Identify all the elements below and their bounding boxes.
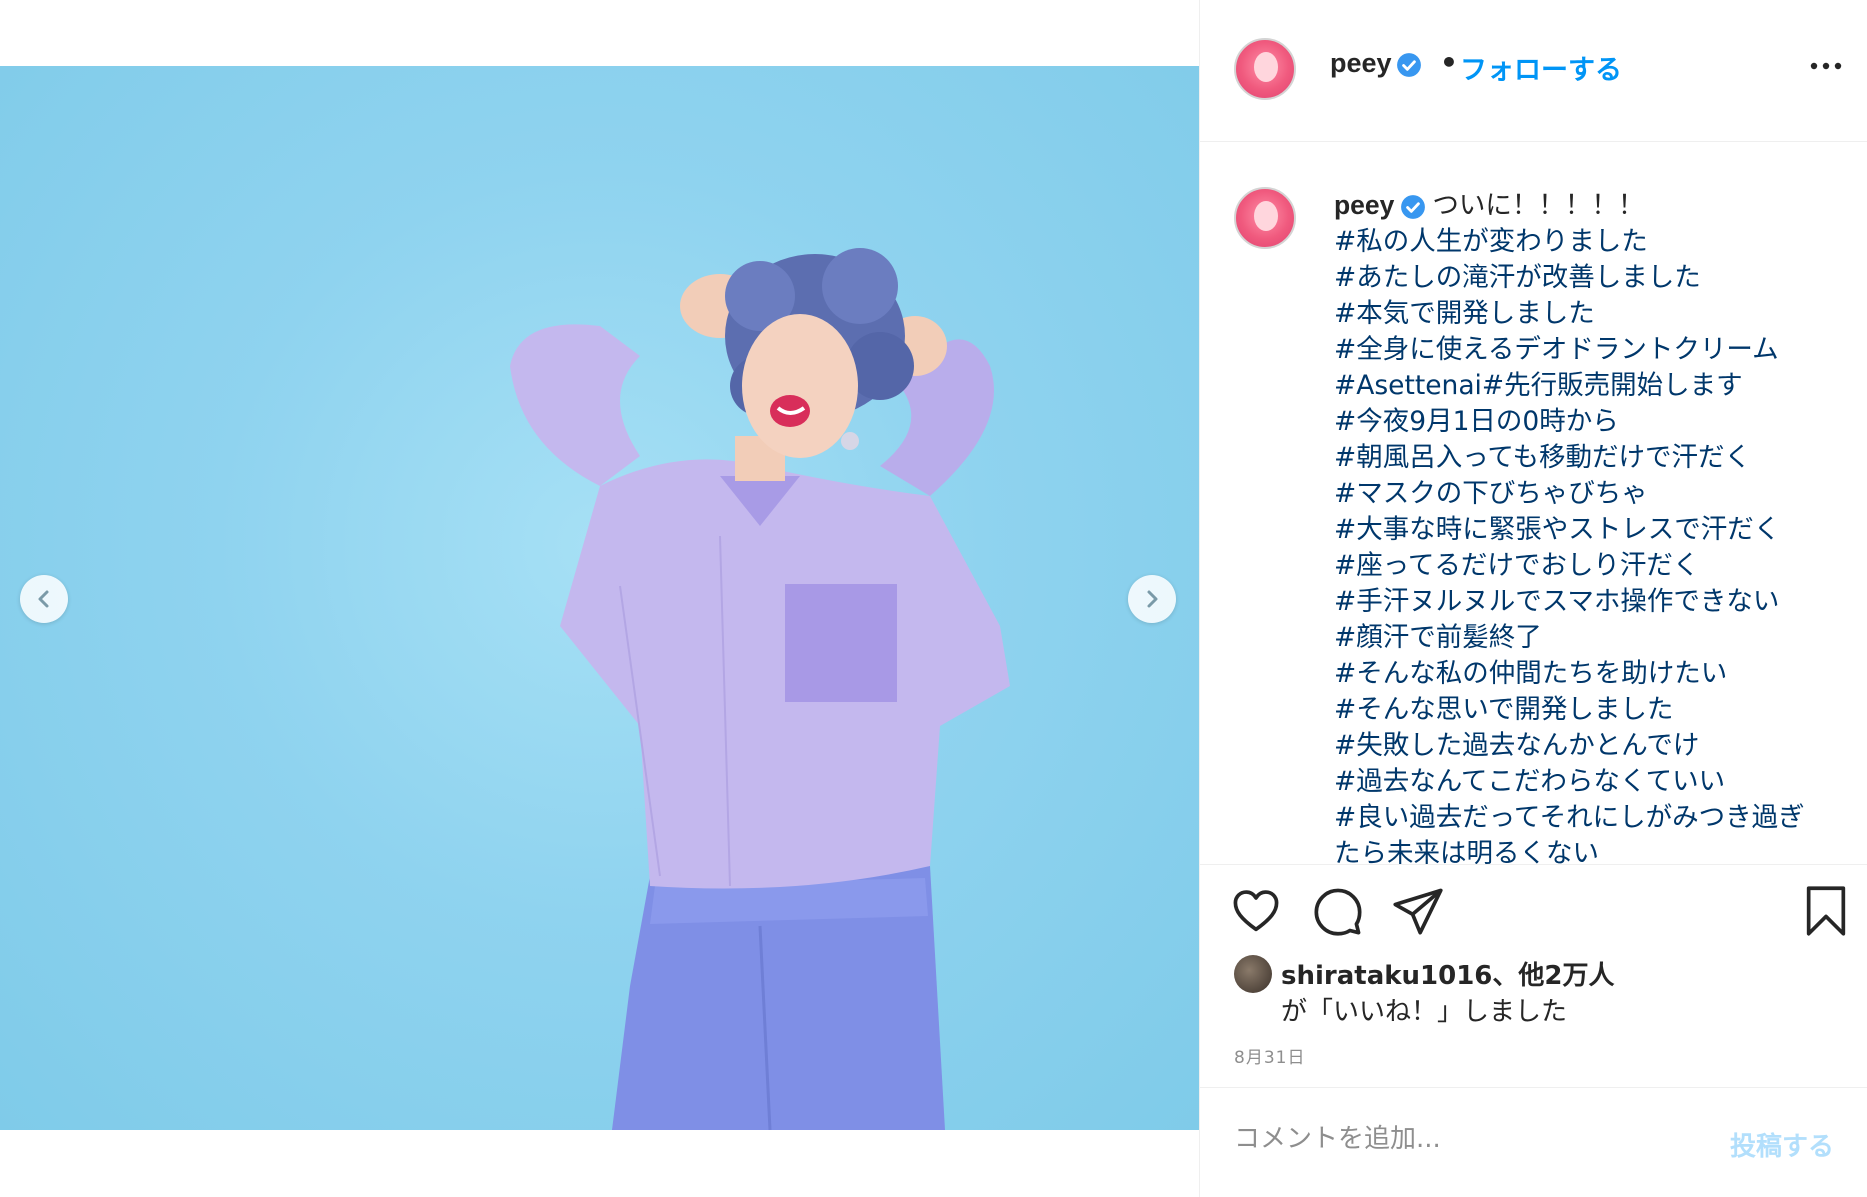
send-icon[interactable] (1392, 885, 1444, 937)
chevron-left-icon (38, 590, 49, 608)
heart-icon[interactable] (1230, 885, 1282, 937)
caption-hashtag-line[interactable]: #今夜9月1日の0時から (1334, 404, 1854, 440)
likes-count-text[interactable]: shirataku1016、他2万人 (1281, 955, 1615, 992)
caption-text: peey ついに！！！！！ #私の人生が変わりました #あたしの滝汗が改善しました… (1334, 187, 1854, 864)
likes-suffix-text: が「いいね！」しました (1281, 997, 1568, 1027)
caption-author-avatar[interactable] (1234, 187, 1296, 249)
liker-avatar[interactable] (1234, 955, 1272, 993)
post-side-panel: peey • フォローする peey ついに！！！！！ #私の人生が変わりました… (1199, 0, 1867, 1197)
comment-bar: 投稿する (1200, 1087, 1867, 1197)
caption-username[interactable]: peey (1334, 190, 1394, 220)
follow-button[interactable]: フォローする (1460, 48, 1622, 87)
verified-badge-icon (1396, 52, 1421, 77)
post-comment-button[interactable]: 投稿する (1730, 1126, 1834, 1163)
verified-badge-icon (1401, 194, 1426, 219)
chevron-right-icon (1147, 590, 1158, 608)
post-photo[interactable] (0, 66, 1199, 1130)
caption-first-line: ついに！！！！！ (1432, 190, 1645, 221)
caption-hashtag-line[interactable]: #朝風呂入っても移動だけで汗だく (1334, 440, 1854, 476)
caption-hashtag-line[interactable]: #座ってるだけでおしり汗だく (1334, 548, 1854, 584)
caption-area: peey ついに！！！！！ #私の人生が変わりました #あたしの滝汗が改善しました… (1200, 143, 1867, 865)
author-username-row: peey (1330, 48, 1422, 79)
media-panel (0, 0, 1199, 1197)
hashtag-list: #私の人生が変わりました #あたしの滝汗が改善しました #本気で開発しました #全身に… (1334, 224, 1854, 864)
caption-hashtag-line[interactable]: #そんな思いで開発しました (1334, 692, 1854, 728)
bookmark-icon[interactable] (1800, 885, 1852, 937)
post-header: peey • フォローする (1200, 0, 1867, 142)
comment-icon[interactable] (1312, 885, 1364, 937)
carousel-next-button[interactable] (1128, 575, 1176, 623)
comment-input[interactable] (1234, 1124, 1674, 1154)
carousel-prev-button[interactable] (20, 575, 68, 623)
caption-hashtag-line[interactable]: #マスクの下びちゃびちゃ (1334, 476, 1854, 512)
caption-hashtag-line[interactable]: #私の人生が変わりました (1334, 224, 1854, 260)
caption-hashtag-line[interactable]: #全身に使えるデオドラントクリーム (1334, 332, 1854, 368)
caption-hashtag-line[interactable]: #Asettenai#先行販売開始します (1334, 368, 1854, 404)
caption-hashtag-line[interactable]: #過去なんてこだわらなくていい (1334, 764, 1854, 800)
author-avatar[interactable] (1234, 38, 1296, 100)
caption-hashtag-line[interactable]: #そんな私の仲間たちを助けたい (1334, 656, 1854, 692)
caption-hashtag-line[interactable]: #失敗した過去なんかとんでけ (1334, 728, 1854, 764)
post-date[interactable]: 8月31日 (1234, 1043, 1305, 1068)
action-bar (1200, 885, 1867, 945)
caption-hashtag-line[interactable]: #本気で開発しました (1334, 296, 1854, 332)
caption-hashtag-line[interactable]: #顔汗で前髪終了 (1334, 620, 1854, 656)
caption-hashtag-line[interactable]: #あたしの滝汗が改善しました (1334, 260, 1854, 296)
photo-illustration (510, 248, 1010, 1130)
caption-hashtag-line[interactable]: #大事な時に緊張やストレスで汗だく (1334, 512, 1854, 548)
more-options-icon[interactable] (1808, 56, 1844, 76)
caption-hashtag-line[interactable]: #良い過去だってそれにしがみつき過ぎ (1334, 800, 1854, 836)
author-username[interactable]: peey (1330, 48, 1392, 78)
separator-dot: • (1440, 46, 1458, 79)
caption-hashtag-line[interactable]: たら未来は明るくない (1334, 836, 1854, 864)
caption-hashtag-line[interactable]: #手汗ヌルヌルでスマホ操作できない (1334, 584, 1854, 620)
